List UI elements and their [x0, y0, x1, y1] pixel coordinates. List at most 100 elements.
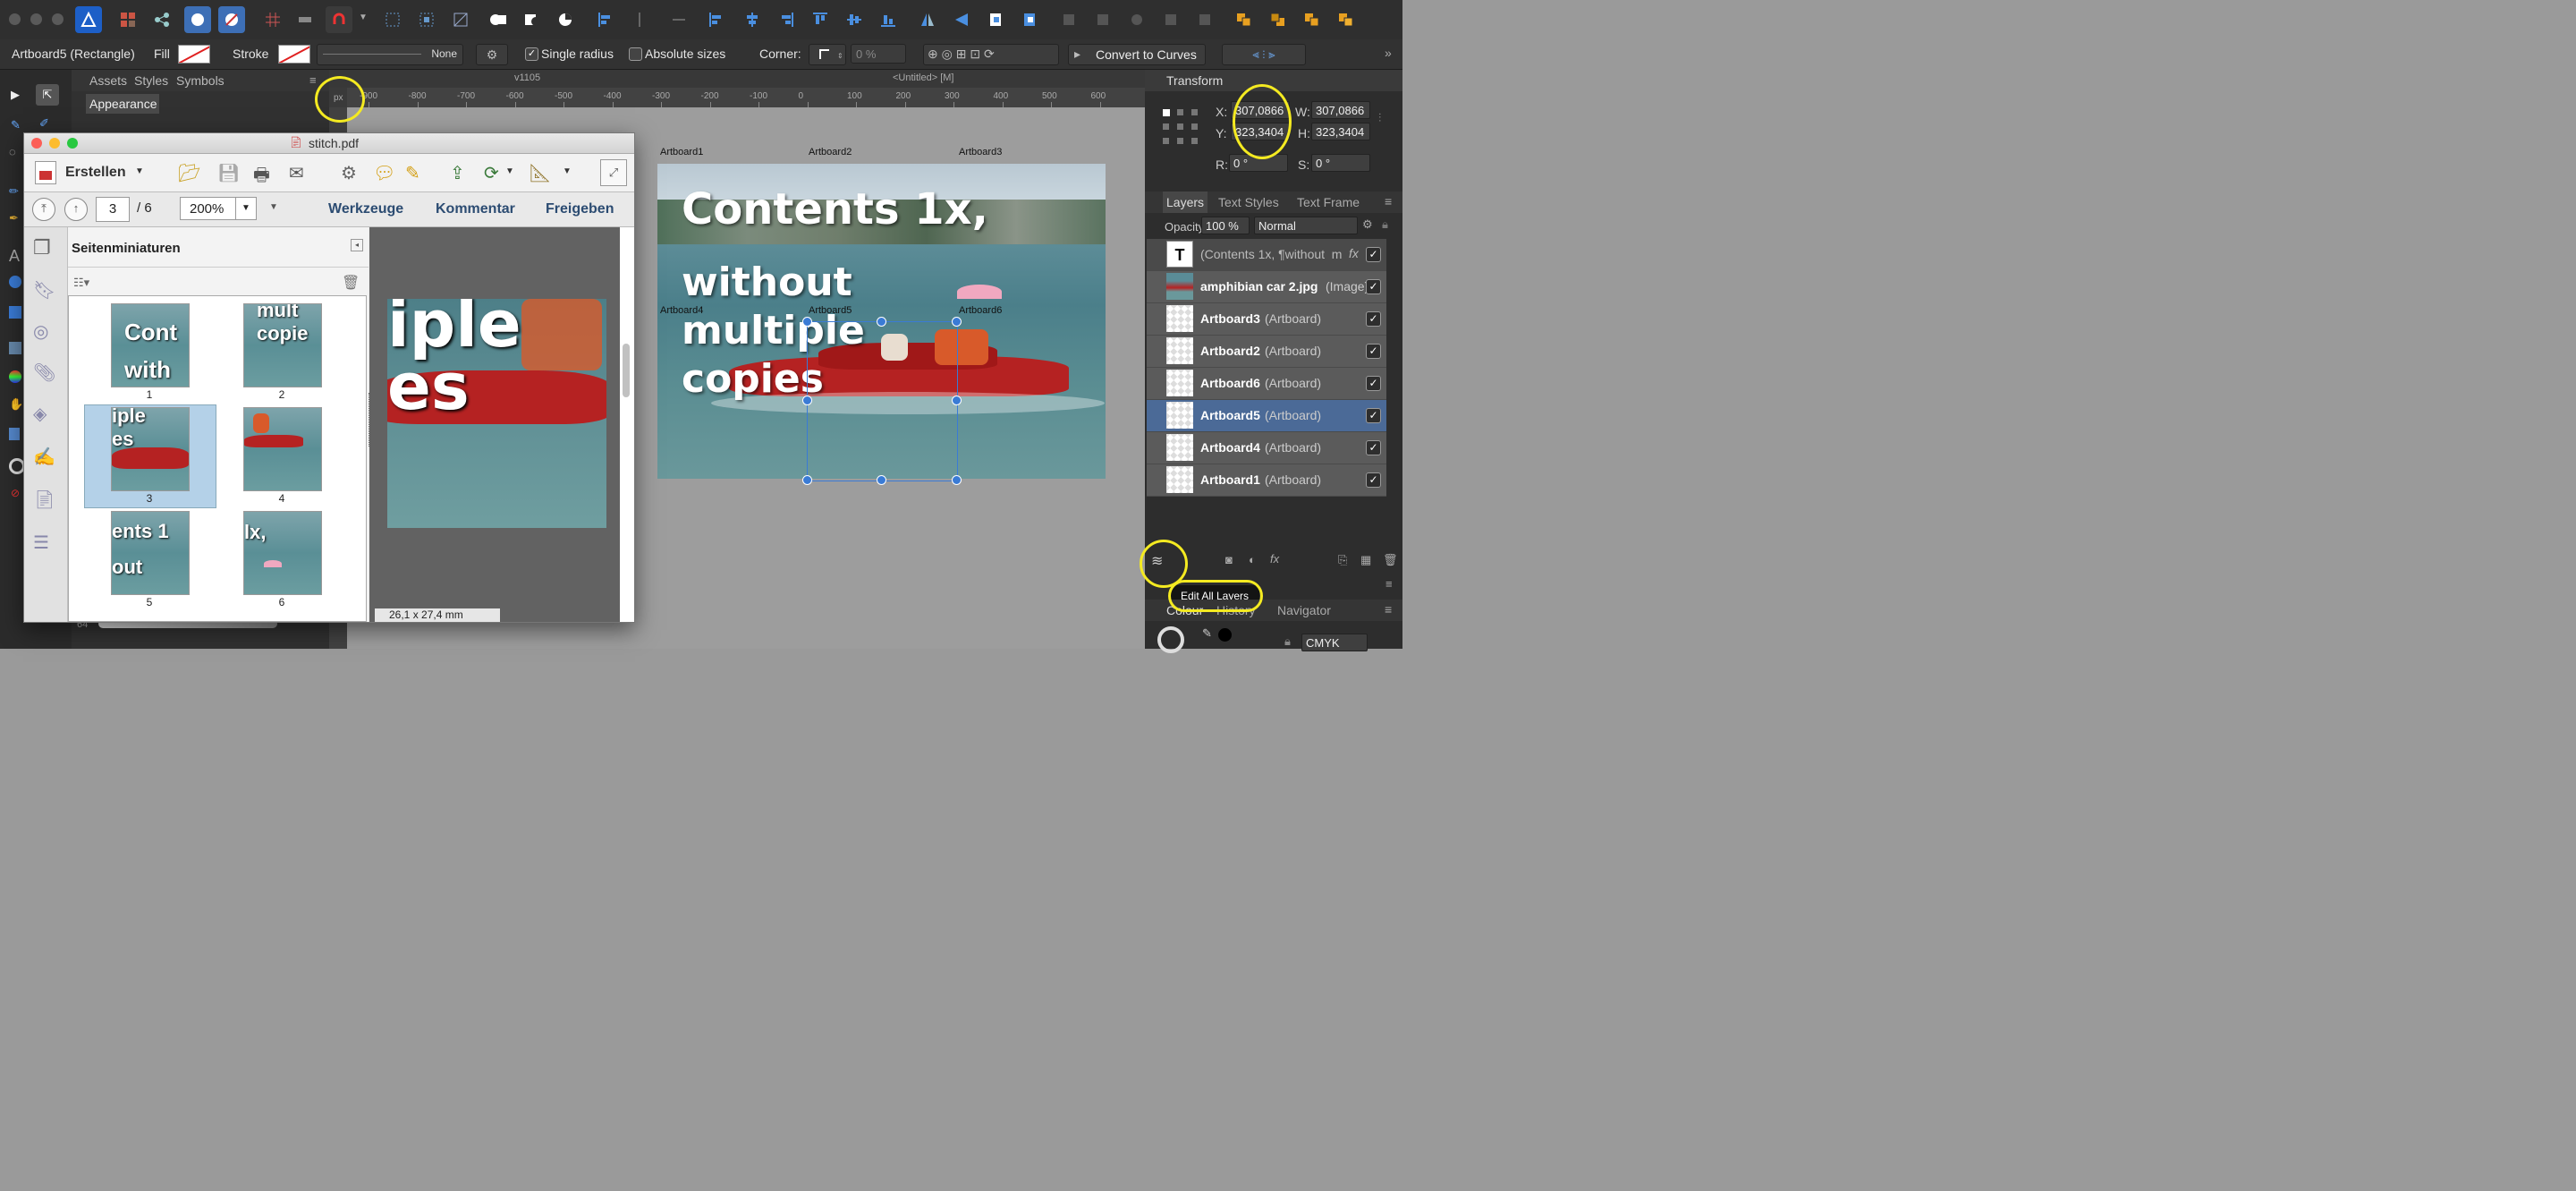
thumbnail-options-icon[interactable]: ☷▾: [73, 276, 89, 290]
layer-row[interactable]: T (Contents 1x, ¶without m fx ✓: [1147, 239, 1386, 271]
stroke-style-select[interactable]: None: [317, 44, 463, 65]
tab-text-frame[interactable]: Text Frame: [1297, 195, 1360, 209]
structure-icon[interactable]: ☰: [33, 532, 49, 554]
insert3-icon[interactable]: [1123, 6, 1150, 33]
gear-icon[interactable]: ⚙: [1362, 217, 1373, 232]
mail-icon[interactable]: ✉: [289, 162, 304, 184]
pen-tool-icon[interactable]: ✎: [11, 118, 21, 132]
single-radius-checkbox[interactable]: ✓: [525, 47, 538, 61]
artboard-label[interactable]: Artboard1: [660, 147, 703, 157]
export-icon[interactable]: ⇪: [450, 162, 465, 184]
share-button[interactable]: Freigeben: [546, 201, 614, 217]
gear-icon[interactable]: ⚙: [341, 162, 357, 184]
comment-icon[interactable]: 💬︎: [373, 162, 395, 184]
stroke-swatch[interactable]: [278, 45, 310, 64]
create-pdf-icon[interactable]: [35, 161, 56, 184]
tab-assets[interactable]: Assets: [89, 73, 127, 88]
tab-styles[interactable]: Styles: [134, 73, 168, 88]
visibility-checkbox[interactable]: ✓: [1366, 344, 1381, 359]
resize-handle[interactable]: [877, 475, 886, 485]
boolean-intersect-icon[interactable]: [553, 6, 580, 33]
visibility-checkbox[interactable]: ✓: [1366, 311, 1381, 327]
previous-page-icon[interactable]: ↑: [64, 198, 88, 221]
arrange-back-icon[interactable]: [1016, 6, 1043, 33]
opacity-field[interactable]: 100 %: [1201, 217, 1250, 234]
close-window-button[interactable]: [9, 13, 21, 25]
flip-v-icon[interactable]: [948, 6, 975, 33]
layer-row[interactable]: Artboard4 (Artboard) ✓: [1147, 432, 1386, 464]
collapse-panel-icon[interactable]: ◂: [351, 239, 363, 251]
page-thumbnail[interactable]: lx,: [243, 511, 322, 595]
transform-title[interactable]: Transform: [1166, 73, 1223, 88]
fullscreen-icon[interactable]: ⤢: [600, 159, 627, 186]
affinity-logo-icon[interactable]: [75, 6, 102, 33]
scrollbar-thumb[interactable]: [623, 344, 630, 397]
move-tool-icon[interactable]: ▶: [11, 88, 20, 102]
page-thumbnail[interactable]: [243, 407, 322, 491]
first-page-icon[interactable]: ⤒: [32, 198, 55, 221]
resize-handle[interactable]: [952, 317, 962, 327]
page-thumbnails-icon[interactable]: ❐: [33, 236, 51, 259]
text-line-1[interactable]: Contents 1x,: [682, 184, 988, 234]
align-center-icon[interactable]: [626, 6, 653, 33]
fx-icon[interactable]: fx: [1270, 552, 1279, 566]
comment-button[interactable]: Kommentar: [436, 201, 515, 217]
chevron-down-icon[interactable]: ▼: [135, 166, 144, 176]
arrange-forward-icon[interactable]: [1231, 6, 1258, 33]
page-thumbnail[interactable]: ents 1 out: [111, 511, 190, 595]
bookmark-icon[interactable]: 🔖︎: [33, 279, 55, 302]
tab-text-styles[interactable]: Text Styles: [1218, 195, 1279, 209]
chevron-down-icon[interactable]: ▼: [505, 166, 514, 176]
document-title[interactable]: <Untitled> [M]: [893, 72, 953, 83]
pencil-tool-icon[interactable]: ✐: [39, 116, 49, 131]
node-tool-icon[interactable]: ⇱: [36, 84, 59, 106]
panel-menu-icon[interactable]: ≡: [1385, 602, 1392, 617]
chevron-down-icon[interactable]: ▼: [359, 13, 368, 22]
layer-row-selected[interactable]: Artboard5 (Artboard) ✓: [1147, 400, 1386, 432]
align-middle-icon[interactable]: [841, 6, 868, 33]
pdf-titlebar[interactable]: 📄︎ stitch.pdf: [24, 133, 634, 154]
delete-layer-icon[interactable]: 🗑︎: [1383, 553, 1398, 567]
absolute-sizes-checkbox[interactable]: [629, 47, 642, 61]
delete-page-icon[interactable]: 🗑︎: [342, 274, 360, 292]
brush-tool-icon[interactable]: ✏: [9, 184, 19, 199]
zoom-button[interactable]: [67, 138, 78, 149]
layer-row[interactable]: Artboard1 (Artboard) ✓: [1147, 464, 1386, 497]
page-thumbnail[interactable]: iple es: [111, 407, 190, 491]
magnet-icon[interactable]: [326, 6, 352, 33]
send-back-icon[interactable]: [1333, 6, 1360, 33]
layer-row[interactable]: Artboard6 (Artboard) ✓: [1147, 368, 1386, 400]
snap-icon[interactable]: [184, 6, 211, 33]
colour-fill-icon[interactable]: [1157, 626, 1184, 653]
link-icon[interactable]: ⫶: [1378, 111, 1381, 125]
resize-handle[interactable]: [802, 317, 812, 327]
text-tool-icon[interactable]: A: [9, 247, 20, 266]
page-thumbnail[interactable]: Cont with: [111, 303, 190, 387]
align-right2-icon[interactable]: [773, 6, 800, 33]
more-options-icon[interactable]: ▼: [269, 202, 278, 212]
insert4-icon[interactable]: [1157, 6, 1184, 33]
h-field[interactable]: 323,3404: [1311, 123, 1370, 140]
artboard-label[interactable]: Artboard3: [959, 147, 1002, 157]
lock-icon[interactable]: 🔒︎: [1284, 634, 1291, 649]
constraints-icon[interactable]: [218, 6, 245, 33]
none-swatch-icon[interactable]: ⊘: [11, 487, 20, 499]
tools-button[interactable]: Werkzeuge: [328, 201, 403, 217]
print-icon[interactable]: 🖶: [253, 162, 270, 192]
highlight-icon[interactable]: ✎: [405, 162, 420, 184]
minimize-window-button[interactable]: [30, 13, 42, 25]
visibility-checkbox[interactable]: ✓: [1366, 376, 1381, 391]
page-icon[interactable]: 📄︎: [33, 489, 55, 511]
persona-icon[interactable]: [114, 6, 141, 33]
select-icon[interactable]: [379, 6, 406, 33]
ellipse-tool-icon[interactable]: [9, 276, 21, 288]
layers-icon[interactable]: ◈: [33, 403, 47, 425]
hand-tool-icon[interactable]: ✋: [9, 397, 23, 412]
snapping-buttons[interactable]: ⊕ ◎ ⊞ ⊡ ⟳: [923, 44, 1059, 65]
w-field[interactable]: 307,0866: [1311, 101, 1370, 119]
arrange-front-icon[interactable]: [982, 6, 1009, 33]
fx-icon[interactable]: fx: [1349, 246, 1359, 260]
more-icon[interactable]: »: [1385, 46, 1392, 60]
eyedropper-icon[interactable]: ✎: [1202, 626, 1212, 641]
edit-icon[interactable]: ✍: [33, 446, 55, 468]
